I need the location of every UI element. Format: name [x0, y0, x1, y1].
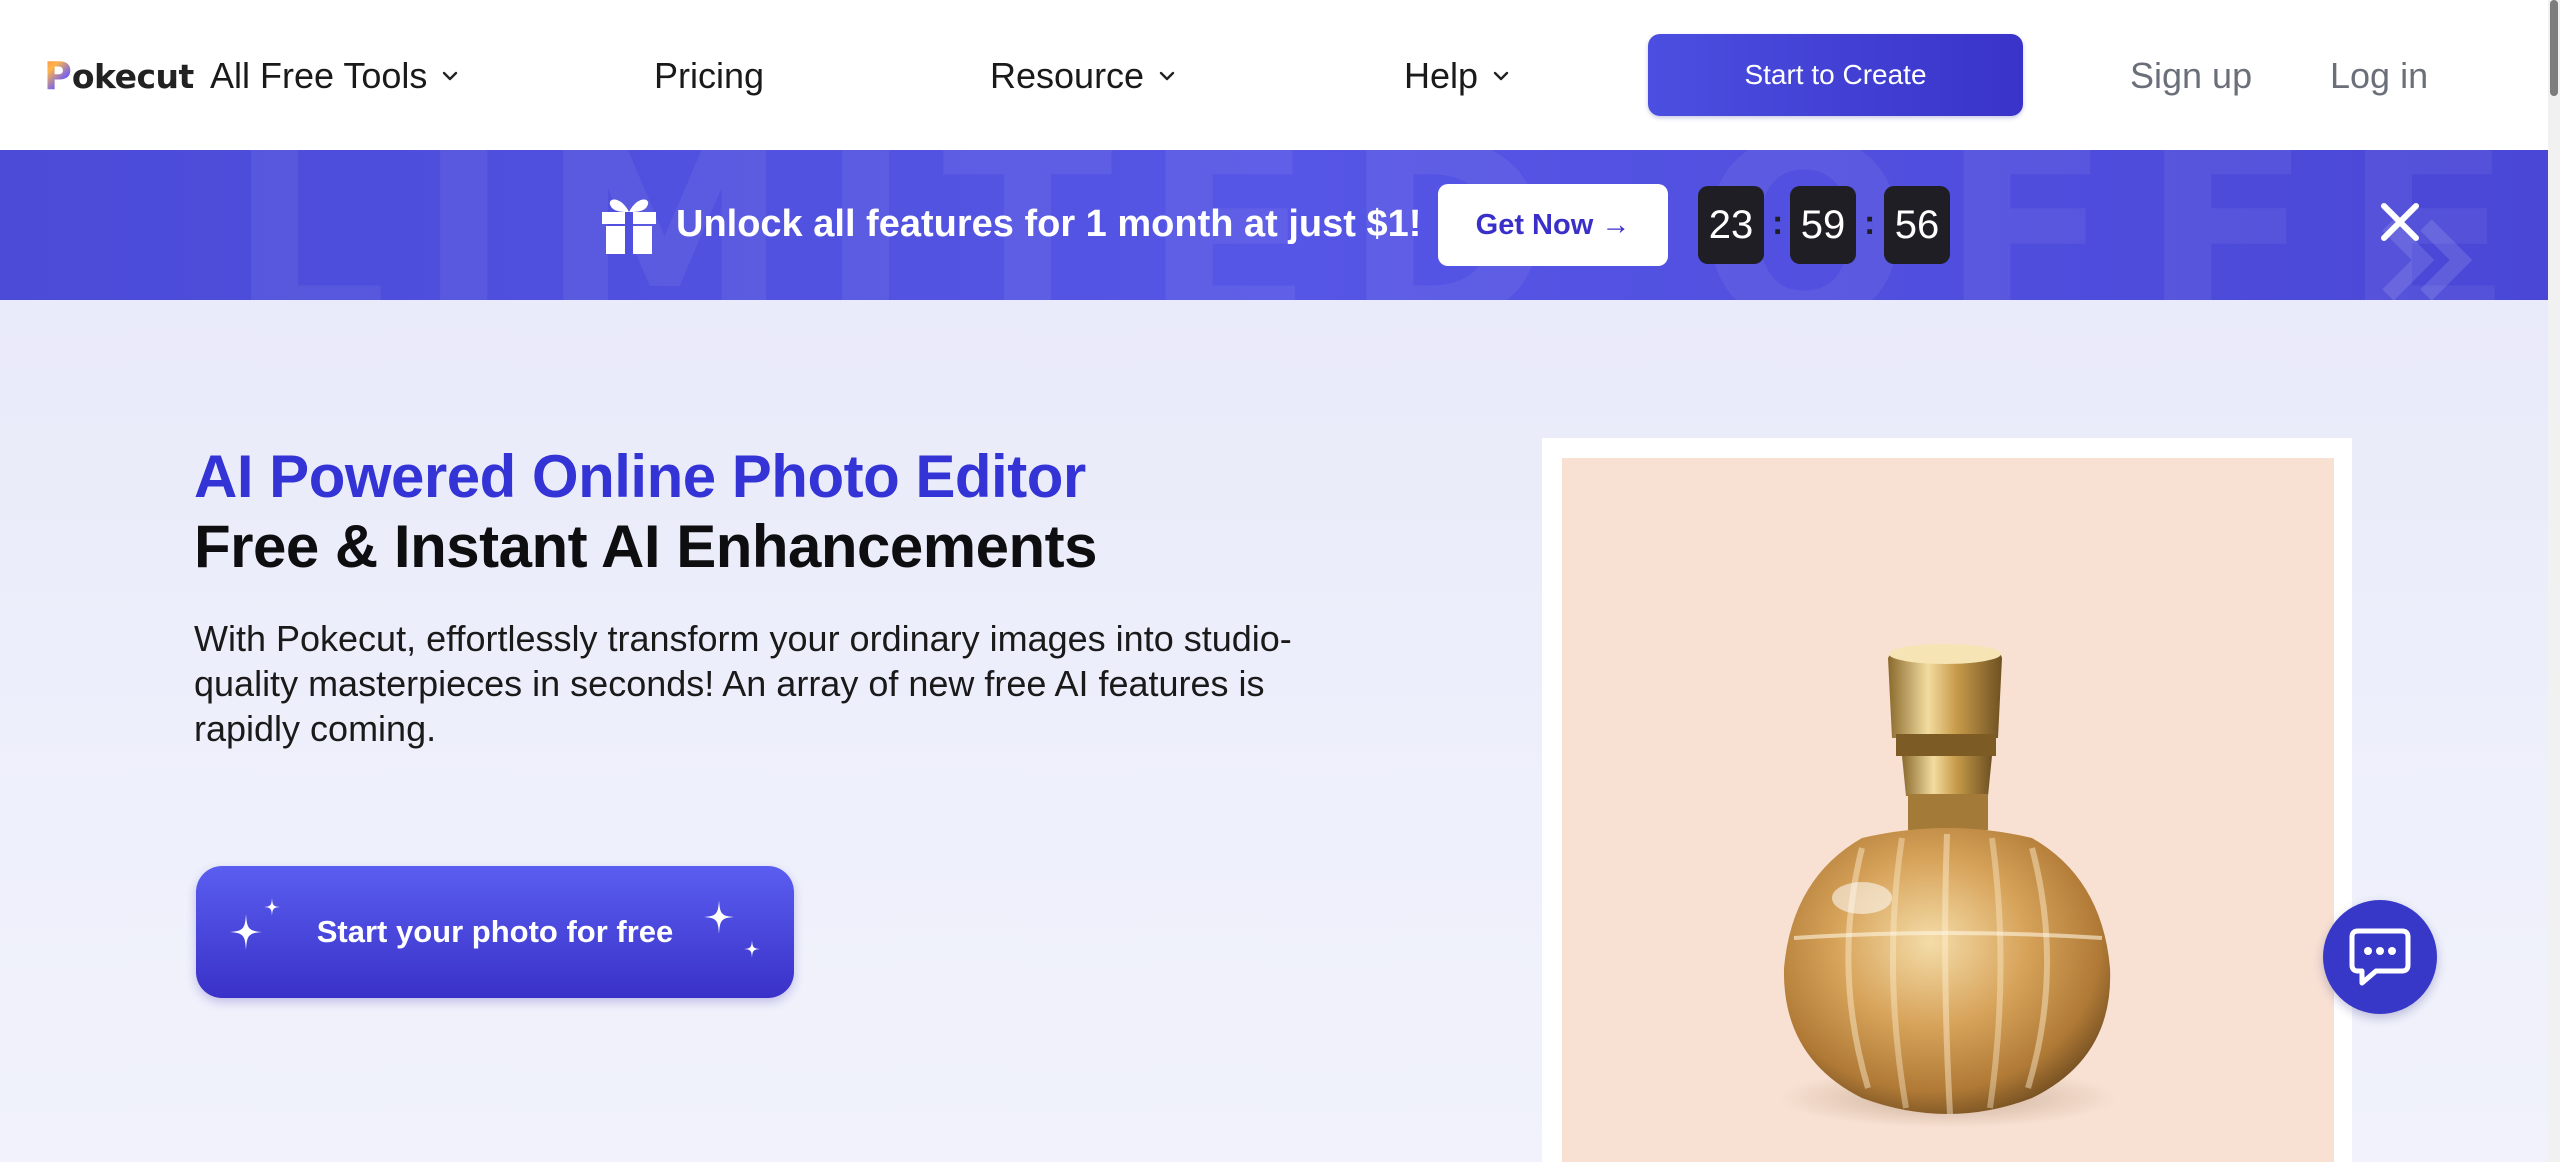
hero-title-primary: AI Powered Online Photo Editor [194, 443, 1086, 510]
hero-title-secondary: Free & Instant AI Enhancements [194, 513, 1098, 580]
sign-up-link[interactable]: Sign up [2130, 52, 2252, 100]
timer-separator: : [1864, 204, 1876, 242]
sparkle-icon [230, 914, 262, 950]
nav-pricing[interactable]: Pricing [654, 52, 764, 100]
timer-minutes: 59 [1790, 186, 1856, 264]
logo-mark: P [44, 54, 72, 98]
sparkle-icon [744, 940, 760, 958]
chat-icon [2349, 928, 2411, 986]
timer-hours: 23 [1698, 186, 1764, 264]
logo-wordmark: okecut [71, 56, 194, 96]
timer-separator: : [1772, 204, 1784, 242]
sparkle-icon [264, 898, 280, 916]
scrollbar-thumb[interactable] [2550, 0, 2558, 96]
chevron-down-icon [443, 71, 458, 81]
nav-all-free-tools-label: All Free Tools [210, 55, 428, 96]
start-photo-free-button[interactable]: Start your photo for free [196, 866, 794, 998]
chat-support-button[interactable] [2323, 900, 2437, 1014]
nav-all-free-tools[interactable]: All Free Tools [210, 52, 459, 100]
sparkle-icon [704, 900, 734, 934]
perfume-bottle-image [1778, 644, 2118, 1128]
hero-description: With Pokecut, effortlessly transform you… [194, 618, 1292, 749]
page-scrollbar[interactable] [2548, 0, 2560, 1162]
get-now-button[interactable]: Get Now → [1438, 184, 1668, 266]
promo-text: Unlock all features for 1 month at just … [676, 202, 1422, 245]
nav-help[interactable]: Help [1404, 52, 1510, 100]
photo-preview [1562, 458, 2334, 1162]
chevron-down-icon [1159, 71, 1175, 81]
start-to-create-button[interactable]: Start to Create [1648, 34, 2023, 116]
log-in-link[interactable]: Log in [2330, 52, 2428, 100]
nav-resource-label: Resource [990, 55, 1145, 96]
chevron-down-icon [1493, 71, 1509, 81]
nav-pricing-label: Pricing [654, 55, 765, 96]
start-photo-free-label: Start your photo for free [316, 914, 674, 949]
nav-help-label: Help [1404, 55, 1479, 96]
close-icon[interactable] [2376, 198, 2424, 246]
nav-resource[interactable]: Resource [990, 52, 1176, 100]
pokecut-logo[interactable]: P okecut [44, 52, 194, 100]
gift-icon [602, 199, 656, 254]
timer-seconds: 56 [1884, 186, 1950, 264]
top-navigation-bar: P okecut All Free Tools Pricing Resource… [0, 0, 2548, 150]
